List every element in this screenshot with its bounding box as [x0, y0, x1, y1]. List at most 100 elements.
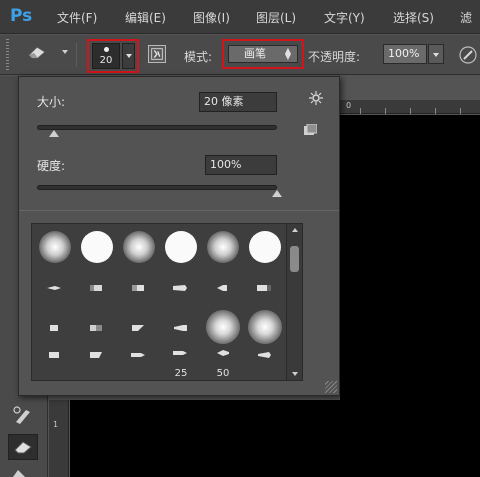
brush-tip-icon: [258, 352, 271, 358]
brush-preset-tip[interactable]: [78, 268, 116, 306]
brush-preset-tip[interactable]: [246, 268, 284, 306]
brush-tip-icon: [257, 285, 271, 291]
brush-picker-highlight: 20: [87, 39, 139, 73]
brush-preset-tip[interactable]: [78, 348, 116, 380]
brush-preset-tip[interactable]: [162, 268, 200, 306]
ruler-left-one: 1: [53, 420, 59, 429]
brush-tip: [249, 231, 281, 263]
menu-edit[interactable]: 编辑(E): [125, 9, 166, 26]
menu-type[interactable]: 文字(Y): [324, 9, 365, 26]
mode-label: 模式:: [184, 50, 213, 64]
brush-tip: [123, 231, 155, 263]
brush-preset-tip-50[interactable]: 50: [204, 348, 242, 380]
eraser-icon: [14, 441, 32, 454]
brush-tip: [81, 231, 113, 263]
gear-icon[interactable]: [309, 91, 323, 105]
brush-preset-hard-round[interactable]: [162, 228, 200, 266]
brush-preset-tip[interactable]: [162, 308, 200, 346]
size-slider-track[interactable]: [37, 125, 277, 130]
opacity-input[interactable]: 100%: [383, 44, 427, 64]
ruler-tick: [435, 108, 436, 114]
resize-grip[interactable]: [325, 381, 337, 393]
canvas-lower[interactable]: [70, 400, 480, 477]
eraser-icon[interactable]: [26, 43, 48, 61]
hardness-slider-track[interactable]: [37, 185, 277, 190]
mode-value: 画笔: [244, 47, 266, 60]
ruler-tick: [385, 108, 386, 114]
scroll-down-icon[interactable]: [292, 372, 298, 376]
options-bar: 20 模式: 画笔 ▲ ▼ 不透明度: 100%: [0, 35, 480, 75]
menu-layer[interactable]: 图层(L): [256, 9, 296, 26]
mode-caret-icon: ▲ ▼: [284, 46, 291, 61]
brush-preset-soft-round[interactable]: [120, 228, 158, 266]
size-input[interactable]: 20 像素: [199, 92, 277, 112]
brush-preset-soft-round[interactable]: [204, 228, 242, 266]
history-brush-icon[interactable]: [8, 402, 38, 428]
brush-preset-tip[interactable]: [120, 268, 158, 306]
scroll-up-icon[interactable]: [292, 228, 298, 232]
ruler-tick: [410, 108, 411, 114]
brush-preset-tip[interactable]: [36, 308, 74, 346]
menu-select[interactable]: 选择(S): [393, 9, 434, 26]
brush-presets-grid: 25 50: [31, 223, 303, 381]
brush-preset-tip[interactable]: [120, 308, 158, 346]
menu-file[interactable]: 文件(F): [57, 9, 97, 26]
tool-preset-dropdown[interactable]: [62, 50, 68, 54]
brush-tip-icon: [217, 350, 229, 356]
brush-tip-icon: [90, 285, 102, 291]
brush-preset-soft-round[interactable]: [36, 228, 74, 266]
ruler-top: [340, 100, 480, 114]
brush-tip-icon: [50, 325, 58, 331]
brush-preset-hard-round[interactable]: [78, 228, 116, 266]
scroll-thumb[interactable]: [290, 246, 299, 272]
brush-tip: [206, 310, 240, 344]
options-bar-grip[interactable]: [6, 39, 9, 71]
brush-preset-tip[interactable]: [78, 308, 116, 346]
opacity-label: 不透明度:: [308, 50, 361, 64]
new-preset-icon[interactable]: [303, 124, 317, 136]
menu-image[interactable]: 图像(I): [193, 9, 230, 26]
mode-select[interactable]: 画笔 ▲ ▼: [228, 45, 298, 63]
brush-preset-soft-round[interactable]: [246, 308, 284, 346]
photoshop-logo: Ps: [10, 6, 33, 26]
brush-preset-tip[interactable]: [120, 348, 158, 380]
brush-tip-icon: [49, 352, 59, 358]
brush-panel-toggle-icon[interactable]: [148, 45, 166, 63]
brush-preset-tip[interactable]: [204, 268, 242, 306]
brush-size-readout: 20: [99, 55, 113, 66]
brush-tip-icon: [90, 325, 102, 331]
brush-tip-icon: [131, 353, 145, 357]
brush-tip-icon: [132, 285, 144, 291]
brush-tip-icon: [173, 351, 187, 355]
brush-preset-tip[interactable]: [246, 348, 284, 380]
menu-filter[interactable]: 滤: [460, 9, 472, 26]
brush-preset-picker[interactable]: 20: [92, 43, 120, 69]
brush-preset-soft-round[interactable]: [204, 308, 242, 346]
menu-bar: Ps 文件(F) 编辑(E) 图像(I) 图层(L) 文字(Y) 选择(S) 滤: [0, 0, 480, 34]
divider: [19, 210, 339, 211]
paint-bucket-icon[interactable]: [8, 464, 38, 477]
brush-preset-hard-round[interactable]: [246, 228, 284, 266]
size-label: 大小:: [37, 95, 66, 109]
hardness-input[interactable]: 100%: [205, 155, 277, 175]
ruler-tick: [460, 108, 461, 114]
ruler-top-zero: 0: [346, 101, 352, 110]
size-slider-thumb[interactable]: [48, 130, 59, 137]
opacity-dropdown[interactable]: [428, 44, 444, 64]
brush-preset-tip[interactable]: [36, 268, 74, 306]
brush-tip-icon: [90, 352, 102, 358]
eraser-tool-button[interactable]: [8, 434, 38, 460]
brush-preset-size: 50: [216, 368, 230, 379]
ruler-tick: [360, 108, 361, 114]
brush-tip-icon: [174, 325, 187, 331]
brush-preset-tip[interactable]: [36, 348, 74, 380]
brush-tip: [39, 231, 71, 263]
brush-tip: [207, 231, 239, 263]
brush-tip-icon: [217, 285, 227, 291]
brush-tip-icon: [132, 325, 144, 331]
brush-picker-dropdown[interactable]: [122, 43, 135, 69]
presets-scrollbar[interactable]: [286, 224, 302, 380]
airbrush-icon[interactable]: [458, 45, 478, 65]
hardness-slider-thumb[interactable]: [272, 190, 282, 197]
brush-preset-tip-25[interactable]: 25: [162, 348, 200, 380]
